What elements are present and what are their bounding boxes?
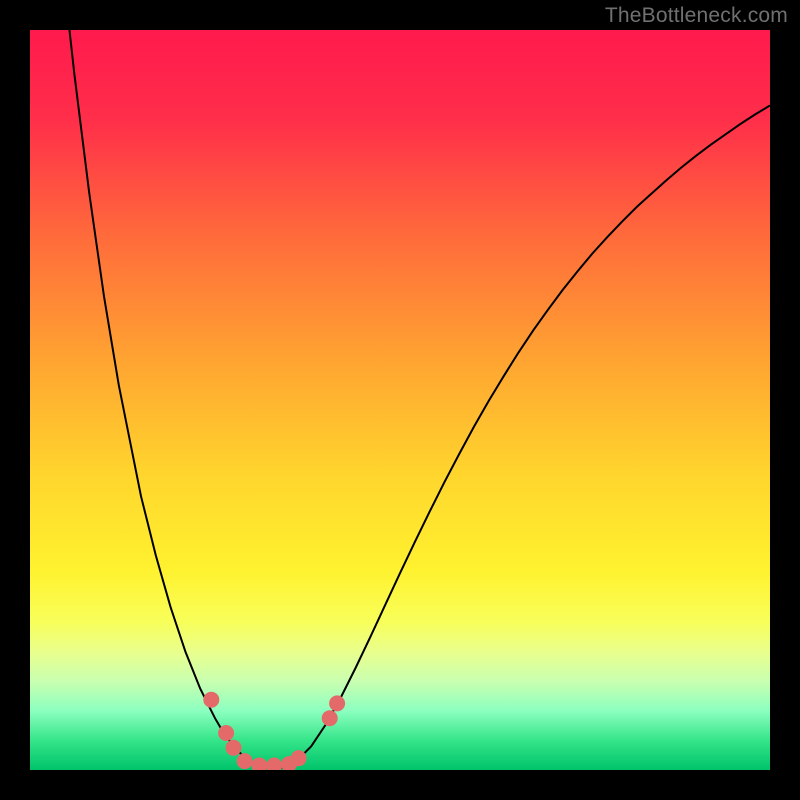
data-marker <box>291 750 307 766</box>
data-marker <box>218 725 234 741</box>
gradient-background <box>30 30 770 770</box>
watermark-text: TheBottleneck.com <box>605 4 788 28</box>
data-marker <box>203 692 219 708</box>
data-marker <box>322 710 338 726</box>
plot-area <box>30 30 770 770</box>
data-marker <box>237 753 253 769</box>
data-marker <box>329 695 345 711</box>
data-marker <box>226 740 242 756</box>
bottleneck-chart <box>30 30 770 770</box>
chart-frame: TheBottleneck.com <box>0 0 800 800</box>
